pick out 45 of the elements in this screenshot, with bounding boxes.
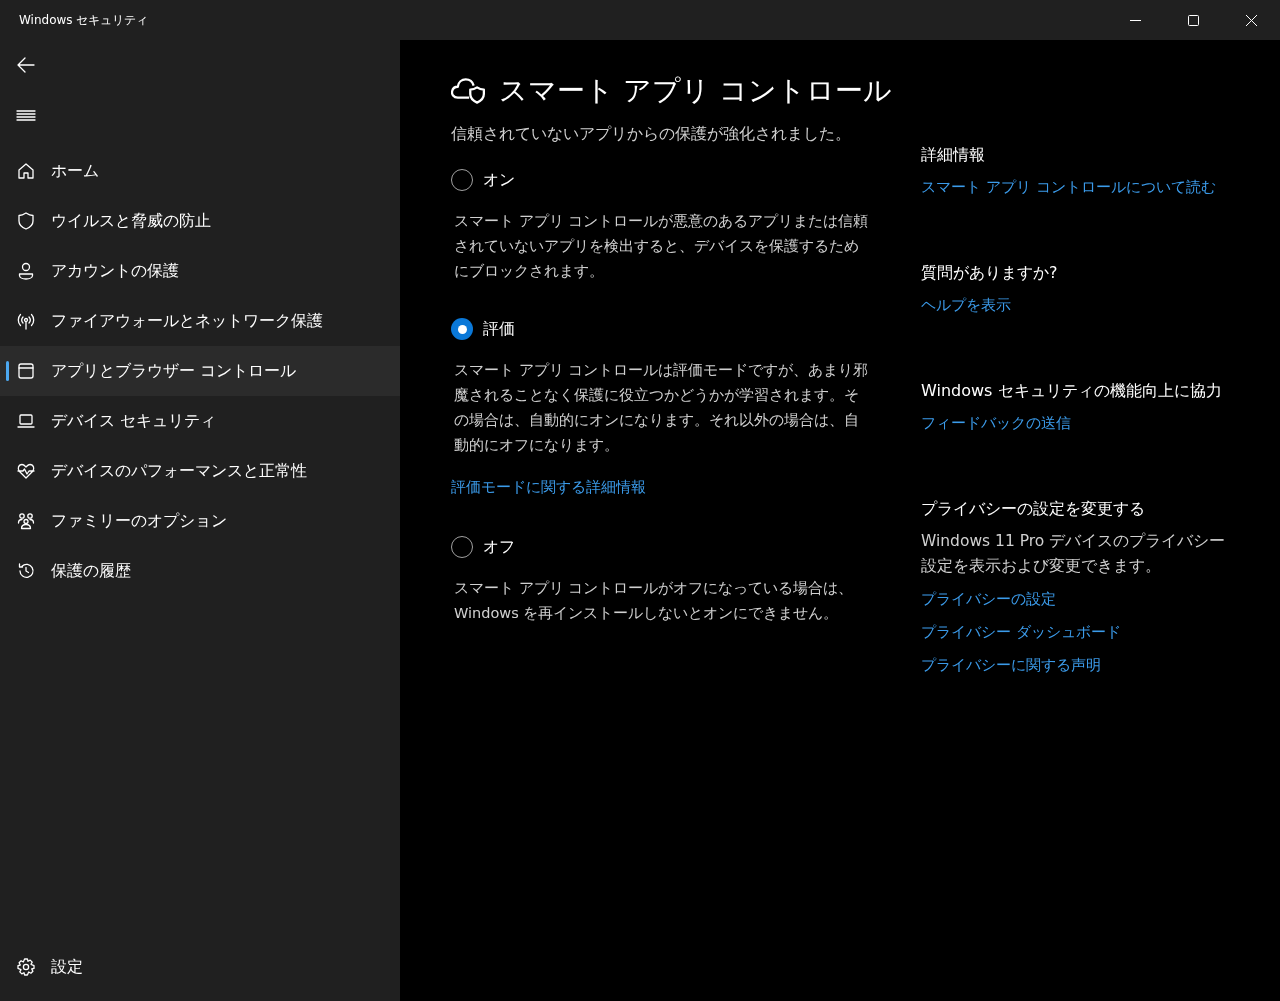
sidebar-item[interactable]: ホーム — [0, 146, 400, 196]
maximize-icon — [1187, 14, 1199, 26]
details-link[interactable]: 評価モードに関する詳細情報 — [451, 476, 646, 498]
help-link[interactable]: プライバシーの設定 — [921, 587, 1056, 612]
heart-pulse-icon — [16, 461, 36, 481]
radio-option[interactable]: 評価 — [451, 318, 871, 340]
help-link[interactable]: プライバシー ダッシュボード — [921, 620, 1121, 645]
section-text: Windows 11 Pro デバイスのプライバシー設定を表示および変更できます。 — [921, 531, 1227, 577]
family-icon — [16, 511, 36, 531]
help-link[interactable]: スマート アプリ コントロールについて読む — [921, 175, 1216, 200]
cloud-shield-icon — [451, 78, 485, 104]
section-heading: Windows セキュリティの機能向上に協力 — [921, 380, 1223, 402]
help-link[interactable]: フィードバックの送信 — [921, 411, 1071, 436]
sidebar-item[interactable]: アカウントの保護 — [0, 246, 400, 296]
app-window-icon — [16, 361, 36, 381]
sidebar-item[interactable]: ファミリーのオプション — [0, 496, 400, 546]
person-icon — [16, 261, 36, 281]
option-description: スマート アプリ コントロールは評価モードですが、あまり邪魔されることなく保護に役立つかどうかが学習されます。その場合は、自動的にオンになります。それ以外の場合は、自動的にオフになります。 — [454, 361, 870, 455]
shield-icon — [16, 211, 36, 231]
sidebar-item[interactable]: 保護の履歴 — [0, 546, 400, 596]
history-icon — [16, 561, 36, 581]
page-subtitle: 信頼されていないアプリからの保護が強化されました。 — [451, 124, 852, 145]
radio-option[interactable]: オン — [451, 169, 871, 191]
home-icon — [16, 161, 36, 181]
radio-option[interactable]: オフ — [451, 536, 871, 558]
option-description: スマート アプリ コントロールがオフになっている場合は、Windows を再インストールしないとオンにできません。 — [454, 579, 855, 623]
sidebar-item[interactable]: デバイス セキュリティ — [0, 396, 400, 446]
laptop-icon — [16, 411, 36, 431]
sidebar-item[interactable]: デバイスのパフォーマンスと正常性 — [0, 446, 400, 496]
section-heading: プライバシーの設定を変更する — [921, 498, 1146, 520]
page-title: スマート アプリ コントロール — [499, 73, 892, 109]
close-icon — [1245, 14, 1257, 26]
settings-item[interactable]: 設定 — [0, 942, 400, 992]
sidebar-item[interactable]: ファイアウォールとネットワーク保護 — [0, 296, 400, 346]
sidebar-item[interactable]: アプリとブラウザー コントロール — [0, 346, 400, 396]
section-heading: 詳細情報 — [921, 144, 986, 166]
help-link[interactable]: ヘルプを表示 — [921, 293, 1011, 318]
sidebar-item[interactable]: ウイルスと脅威の防止 — [0, 196, 400, 246]
help-link[interactable]: プライバシーに関する声明 — [921, 653, 1101, 678]
option-description: スマート アプリ コントロールが悪意のあるアプリまたは信頼されていないアプリを検出すると、デバイスを保護するためにブロックされます。 — [454, 212, 870, 281]
gear-icon — [16, 957, 36, 977]
back-arrow-icon — [16, 55, 36, 75]
antenna-icon — [16, 311, 36, 331]
section-heading: 質問がありますか? — [921, 262, 1059, 284]
window-title: Windows セキュリティ — [18, 11, 150, 29]
